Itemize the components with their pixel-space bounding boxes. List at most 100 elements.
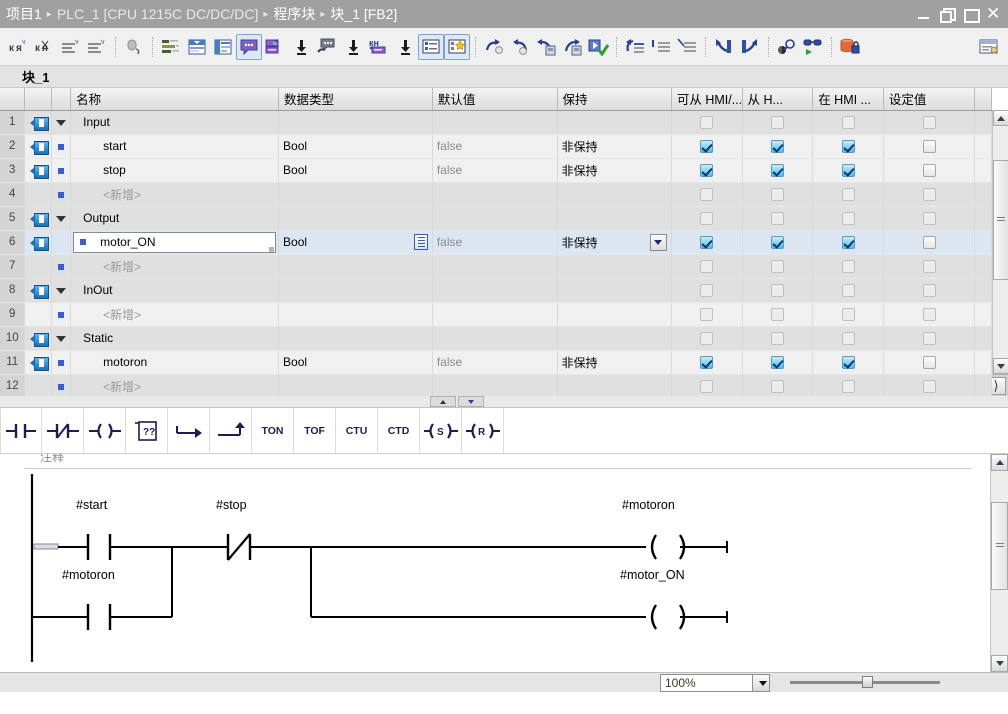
checkbox-hmi-accessible-cell[interactable] [671, 206, 743, 231]
cell-name[interactable]: stop [70, 158, 280, 183]
checkbox-hmi-accessible-cell[interactable] [671, 350, 743, 375]
zoom-slider[interactable] [790, 676, 940, 688]
checkbox-hmi-visible[interactable] [841, 332, 855, 346]
checkbox-setpoint-cell[interactable] [883, 374, 976, 399]
checkbox-hmi-visible[interactable] [841, 116, 855, 130]
table-row[interactable]: 10 Static [0, 326, 992, 351]
checkbox-hmi-writable-cell[interactable] [742, 110, 814, 135]
cell-datatype[interactable]: Bool [278, 350, 433, 375]
checkbox-hmi-visible[interactable] [841, 140, 855, 154]
cell-default-value[interactable]: false [432, 134, 558, 159]
checkbox-setpoint-cell[interactable] [883, 326, 976, 351]
checkbox-hmi-visible-cell[interactable] [812, 278, 884, 303]
checkbox-hmi-visible[interactable] [841, 308, 855, 322]
reset-coil-icon[interactable]: R [462, 408, 504, 453]
checkbox-hmi-accessible[interactable] [700, 236, 714, 250]
checkbox-hmi-writable-cell[interactable] [742, 206, 814, 231]
download-marker-icon[interactable] [288, 34, 314, 60]
table-row[interactable]: 8 InOut [0, 278, 992, 303]
layout-list-icon[interactable] [418, 33, 444, 60]
checkbox-hmi-writable[interactable] [770, 236, 784, 250]
optimize-width-icon[interactable] [184, 34, 210, 60]
checkbox-hmi-accessible[interactable] [700, 284, 714, 298]
checkbox-hmi-accessible[interactable] [700, 188, 714, 202]
ctd-counter-button[interactable]: CTD [378, 408, 420, 453]
cell-name[interactable]: <新增> [70, 302, 280, 327]
vertical-scroll-thumb[interactable] [991, 502, 1008, 590]
table-row[interactable]: 12 <新增> [0, 374, 992, 399]
row-marker-cell[interactable] [51, 326, 72, 351]
checkbox-hmi-writable[interactable] [770, 380, 784, 394]
checkbox-setpoint[interactable] [922, 308, 936, 322]
goto-first-icon[interactable] [648, 34, 674, 60]
ladder-diagram[interactable] [0, 472, 990, 672]
jump-icon[interactable] [168, 408, 210, 453]
pane-splitter[interactable] [0, 396, 1008, 408]
cell-name[interactable]: <新增> [70, 182, 280, 207]
show-comments-icon[interactable] [236, 33, 262, 60]
resize-grip-icon[interactable] [269, 246, 275, 252]
monitoring-glasses-icon[interactable] [800, 34, 826, 60]
checkbox-setpoint[interactable] [922, 236, 936, 250]
cell-retain[interactable] [557, 302, 672, 327]
column-header-setpoint[interactable]: 设定值 [883, 88, 976, 111]
breadcrumb-item-program-blocks[interactable]: 程序块 [273, 4, 315, 24]
nc-contact-icon[interactable] [42, 408, 84, 453]
checkbox-setpoint[interactable] [922, 380, 936, 394]
checkbox-hmi-accessible-cell[interactable] [671, 254, 743, 279]
column-header-hmi-accessible[interactable]: 可从 HMI/... [671, 88, 743, 111]
insert-row-before-icon[interactable]: к я [6, 34, 32, 60]
expander-triangle-icon[interactable] [56, 119, 67, 126]
row-marker-cell[interactable] [51, 278, 72, 303]
cell-retain[interactable] [557, 182, 672, 207]
checkbox-hmi-visible[interactable] [841, 260, 855, 274]
row-number[interactable]: 10 [0, 326, 26, 351]
table-row[interactable]: 11 motoron Bool false 非保持 [0, 350, 992, 375]
checkbox-hmi-visible[interactable] [841, 284, 855, 298]
row-marker-cell[interactable] [51, 350, 72, 375]
table-row[interactable]: 2 start Bool false 非保持 [0, 134, 992, 159]
cell-name[interactable]: <新增> [70, 254, 280, 279]
checkbox-hmi-writable-cell[interactable] [742, 278, 814, 303]
checkbox-setpoint[interactable] [922, 284, 936, 298]
checkbox-hmi-visible-cell[interactable] [812, 302, 884, 327]
row-marker-cell[interactable] [51, 206, 72, 231]
cell-default-value[interactable] [432, 374, 558, 399]
checkbox-hmi-accessible[interactable] [700, 308, 714, 322]
undo-step-icon[interactable] [507, 34, 533, 60]
fit-columns-icon[interactable] [210, 34, 236, 60]
checkbox-hmi-accessible[interactable] [700, 212, 714, 226]
zoom-combobox[interactable]: 100% [660, 674, 770, 692]
checkbox-hmi-accessible-cell[interactable] [671, 278, 743, 303]
row-marker-cell[interactable] [51, 134, 72, 159]
checkbox-setpoint-cell[interactable] [883, 254, 976, 279]
zoom-slider-knob[interactable] [862, 676, 873, 688]
column-header-datatype[interactable]: 数据类型 [278, 88, 433, 111]
cell-retain[interactable] [557, 278, 672, 303]
breadcrumb-item-plc[interactable]: PLC_1 [CPU 1215C DC/DC/DC] [57, 6, 259, 22]
column-header-marker[interactable] [51, 88, 72, 111]
cell-datatype[interactable] [278, 110, 433, 135]
row-number[interactable]: 1 [0, 110, 26, 135]
checkbox-setpoint-cell[interactable] [883, 134, 976, 159]
checkbox-setpoint[interactable] [922, 116, 936, 130]
checkbox-hmi-accessible[interactable] [700, 332, 714, 346]
checkbox-hmi-writable[interactable] [770, 308, 784, 322]
checkbox-setpoint-cell[interactable] [883, 302, 976, 327]
scroll-up-button[interactable] [991, 454, 1008, 471]
checkbox-hmi-accessible-cell[interactable] [671, 326, 743, 351]
cell-retain[interactable]: 非保持 [557, 158, 672, 183]
checkbox-hmi-writable[interactable] [770, 260, 784, 274]
cell-retain[interactable]: 非保持 [557, 350, 672, 375]
cell-name[interactable]: Input [70, 110, 280, 135]
row-number[interactable]: 12 [0, 374, 26, 399]
checkbox-hmi-visible-cell[interactable] [812, 254, 884, 279]
column-header-hmi-writable[interactable]: 从 H... [742, 88, 814, 111]
column-header-retain[interactable]: 保持 [557, 88, 672, 111]
cell-default-value[interactable] [432, 206, 558, 231]
checkbox-hmi-accessible[interactable] [700, 116, 714, 130]
contact-label-start[interactable]: #start [76, 498, 107, 512]
ton-timer-button[interactable]: TON [252, 408, 294, 453]
cell-default-value[interactable] [432, 302, 558, 327]
network-comment-icon[interactable] [262, 34, 288, 60]
